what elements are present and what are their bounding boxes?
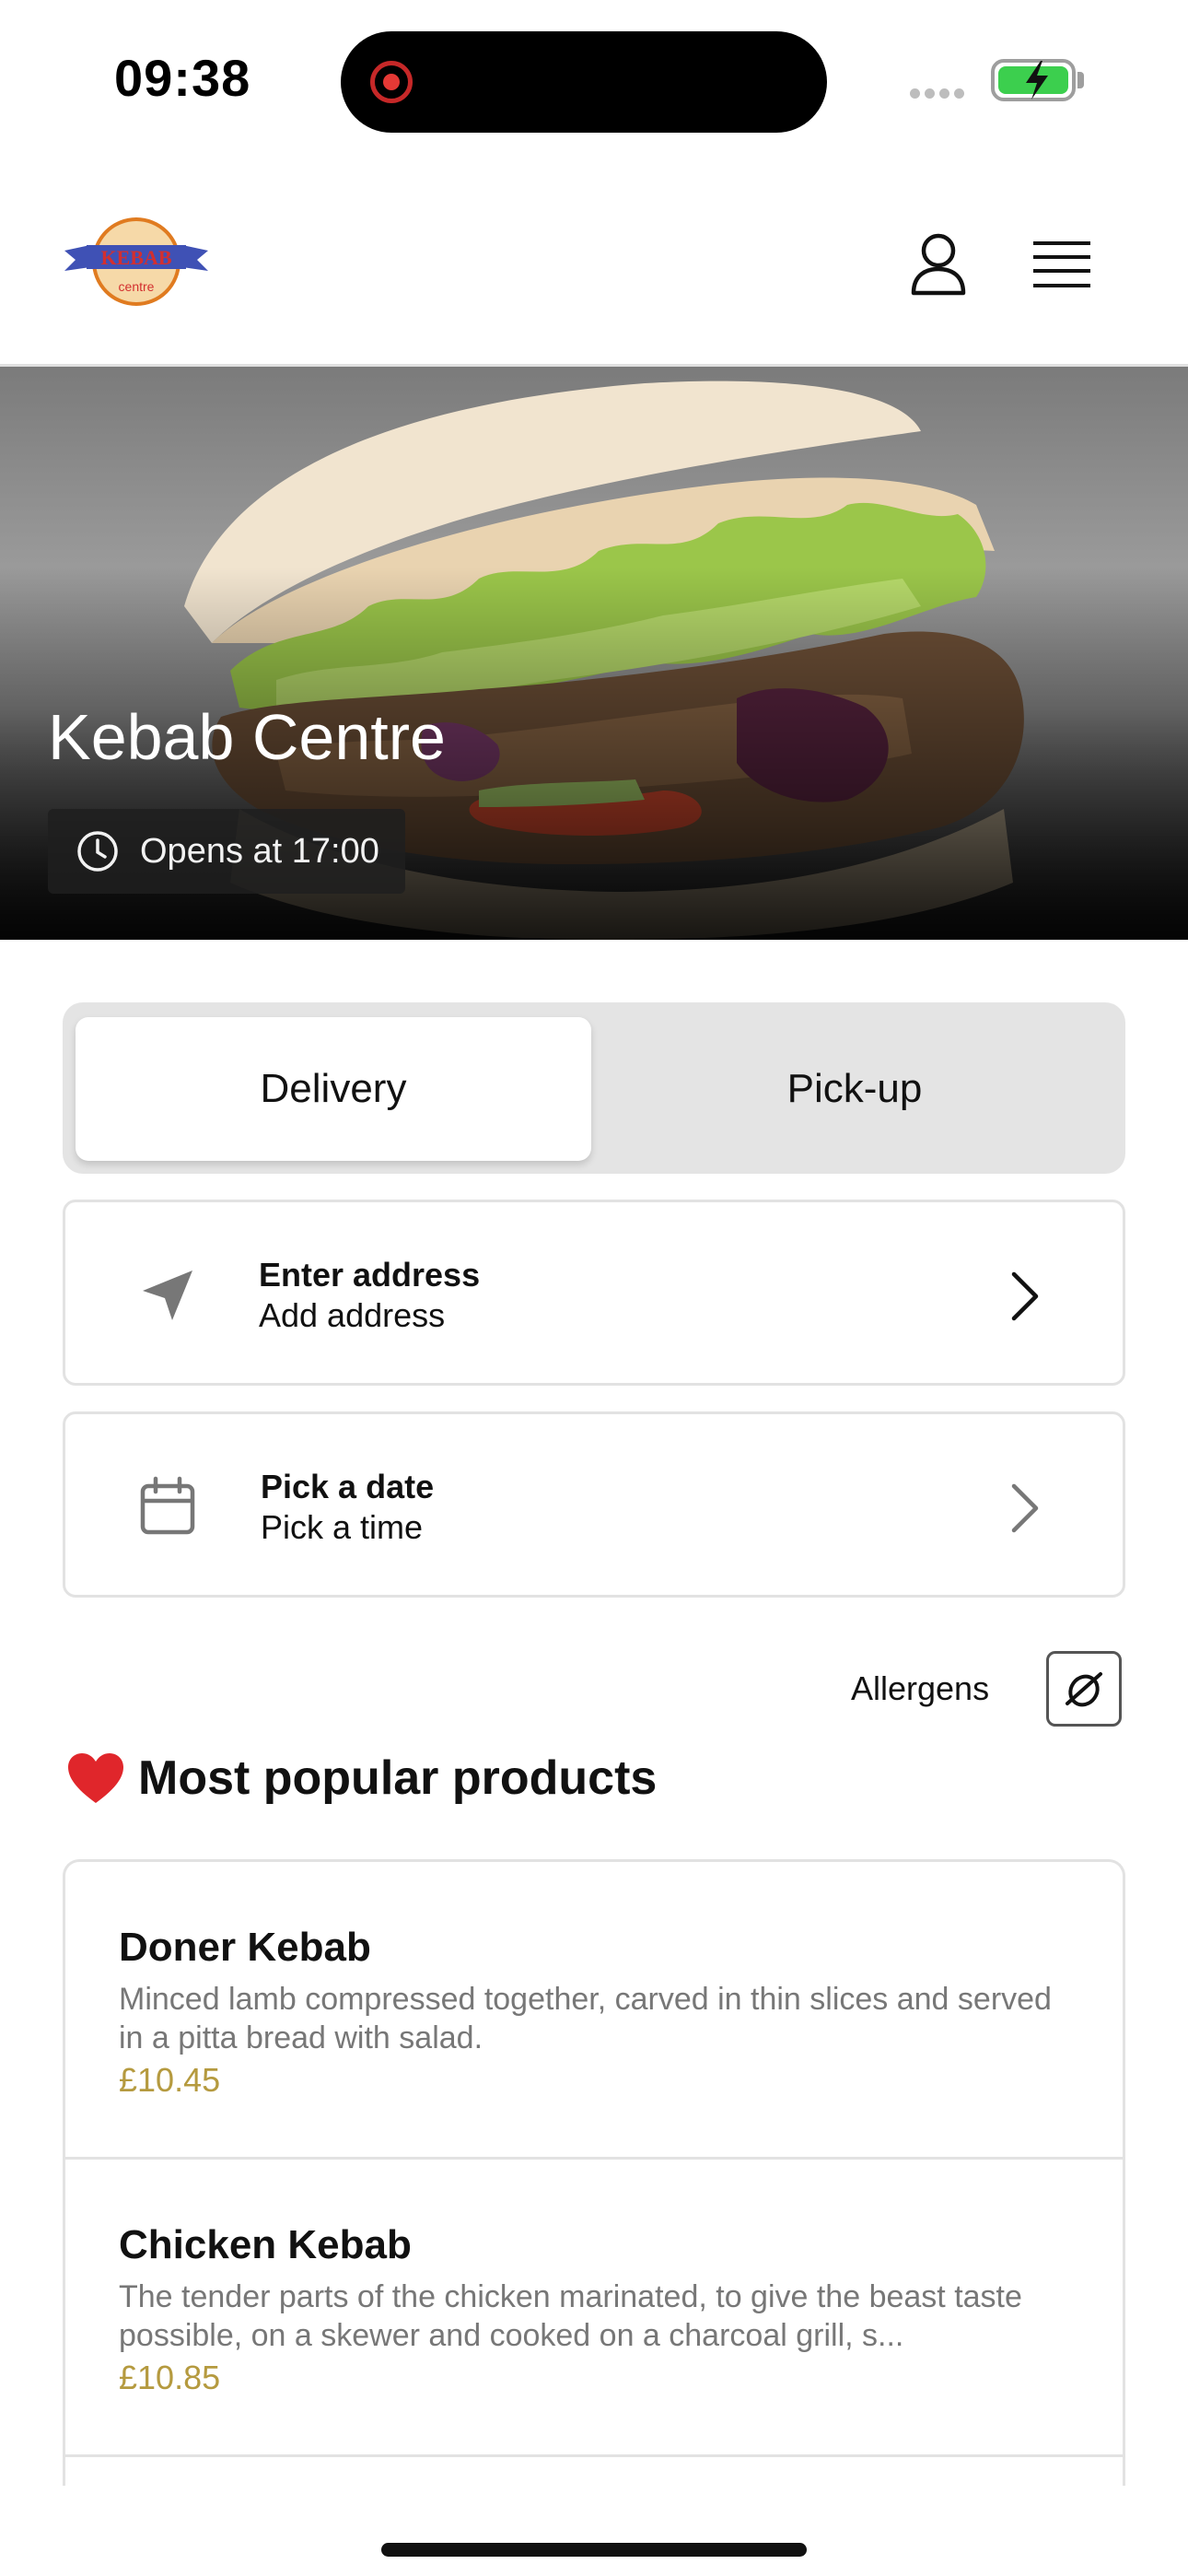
product-price: £10.45 [119, 2061, 221, 2099]
product-name: Chicken Kebab [119, 2222, 412, 2267]
clock-icon [77, 831, 118, 872]
allergens-label: Allergens [851, 1669, 990, 1707]
restaurant-name: Kebab Centre [48, 701, 446, 773]
dynamic-island [341, 31, 827, 133]
user-account-icon[interactable] [908, 232, 969, 297]
product-description: Minced lamb compressed together, carved … [119, 1982, 1052, 2055]
logo-subtext: centre [119, 279, 155, 294]
hero-banner: Kebab Centre Opens at 17:00 [0, 367, 1188, 940]
pickup-tab[interactable]: Pick-up [597, 1017, 1112, 1161]
battery-icon [991, 59, 1076, 101]
product-list: Doner Kebab Minced lamb compressed toget… [63, 1859, 1125, 2486]
signal-icon [910, 87, 973, 99]
address-subtitle: Add address [259, 1296, 446, 1334]
home-indicator[interactable] [381, 2543, 807, 2557]
delivery-tab[interactable]: Delivery [76, 1017, 591, 1161]
product-card[interactable]: Chicken Kebab The tender parts of the ch… [65, 2160, 1123, 2457]
battery-cap [1077, 72, 1084, 88]
order-mode-toggle: Delivery Pick-up [63, 1002, 1125, 1174]
restaurant-logo[interactable]: KEBAB centre [63, 214, 210, 315]
status-bar: 09:38 [0, 0, 1188, 157]
hamburger-menu-icon[interactable] [1031, 240, 1092, 291]
heart-icon [68, 1753, 123, 1803]
opening-hours-badge: Opens at 17:00 [48, 809, 405, 894]
product-card[interactable]: Doner Kebab Minced lamb compressed toget… [65, 1862, 1123, 2160]
date-time-selector[interactable]: Pick a date Pick a time [63, 1411, 1125, 1598]
logo-text: KEBAB [100, 246, 171, 269]
allergen-icon [1066, 1672, 1102, 1707]
date-title: Pick a date [261, 1468, 435, 1505]
calendar-icon [140, 1476, 195, 1535]
chevron-right-icon [1011, 1271, 1039, 1321]
screen-recording-icon [370, 61, 413, 103]
chevron-right-icon [1011, 1483, 1039, 1533]
allergens-filter-button[interactable] [1046, 1651, 1122, 1727]
opening-hours-text: Opens at 17:00 [140, 831, 379, 871]
address-title: Enter address [259, 1256, 481, 1294]
time-subtitle: Pick a time [261, 1508, 424, 1546]
product-price: £10.85 [119, 2359, 221, 2396]
address-selector[interactable]: Enter address Add address [63, 1200, 1125, 1386]
popular-products-heading: Most popular products [66, 1751, 657, 1806]
product-name: Doner Kebab [119, 1925, 371, 1970]
status-time: 09:38 [114, 49, 251, 107]
popular-products-title: Most popular products [138, 1751, 658, 1805]
app-header: KEBAB centre [0, 157, 1188, 367]
product-description: The tender parts of the chicken marinate… [119, 2279, 1022, 2353]
location-arrow-icon [143, 1270, 192, 1320]
